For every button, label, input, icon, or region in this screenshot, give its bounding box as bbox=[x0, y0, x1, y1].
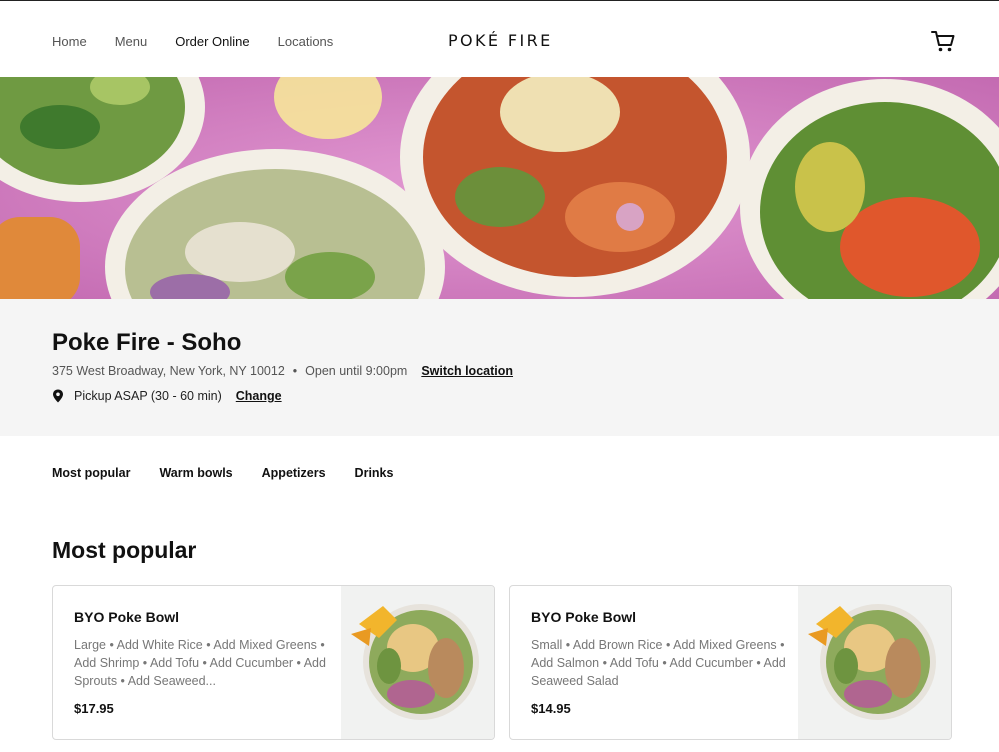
nav-menu[interactable]: Menu bbox=[115, 34, 148, 49]
nav-order-online[interactable]: Order Online bbox=[175, 34, 249, 49]
store-info: Poke Fire - Soho 375 West Broadway, New … bbox=[0, 299, 999, 436]
category-tabs: Most popular Warm bowls Appetizers Drink… bbox=[52, 466, 422, 480]
brand-logo[interactable]: POKÉ FIRE bbox=[448, 31, 553, 50]
menu-item-card[interactable]: BYO Poke Bowl Small • Add Brown Rice • A… bbox=[509, 585, 952, 740]
tab-most-popular[interactable]: Most popular bbox=[52, 466, 130, 480]
item-description: Large • Add White Rice • Add Mixed Green… bbox=[74, 638, 326, 688]
item-description: Small • Add Brown Rice • Add Mixed Green… bbox=[531, 638, 786, 688]
menu-item-card[interactable]: BYO Poke Bowl Large • Add White Rice • A… bbox=[52, 585, 495, 740]
location-pin-icon bbox=[53, 389, 63, 403]
tab-appetizers[interactable]: Appetizers bbox=[262, 466, 326, 480]
item-image bbox=[798, 586, 951, 739]
poke-bowl-image bbox=[351, 604, 479, 720]
item-title: BYO Poke Bowl bbox=[74, 609, 180, 625]
item-image bbox=[341, 586, 494, 739]
switch-location-link[interactable]: Switch location bbox=[421, 364, 513, 378]
tab-warm-bowls[interactable]: Warm bowls bbox=[159, 466, 232, 480]
nav-home[interactable]: Home bbox=[52, 34, 87, 49]
separator-dot: • bbox=[292, 364, 298, 378]
item-title: BYO Poke Bowl bbox=[531, 609, 637, 625]
tab-drinks[interactable]: Drinks bbox=[355, 466, 394, 480]
pickup-row: Pickup ASAP (30 - 60 min) Change bbox=[52, 389, 282, 403]
item-price: $14.95 bbox=[531, 701, 571, 716]
pickup-time: Pickup ASAP (30 - 60 min) bbox=[74, 389, 222, 403]
store-hours: Open until 9:00pm bbox=[305, 364, 408, 378]
main-nav: Home Menu Order Online Locations bbox=[52, 34, 361, 49]
section-title: Most popular bbox=[52, 537, 197, 563]
poke-bowl-image bbox=[808, 604, 936, 720]
nav-locations[interactable]: Locations bbox=[278, 34, 334, 49]
hero-image bbox=[0, 77, 999, 299]
poke-bowls-photo bbox=[0, 77, 999, 299]
shopping-cart-icon[interactable] bbox=[930, 29, 956, 53]
store-address: 375 West Broadway, New York, NY 10012 bbox=[52, 364, 285, 378]
site-header: Home Menu Order Online Locations POKÉ FI… bbox=[0, 1, 999, 77]
store-meta: 375 West Broadway, New York, NY 10012 • … bbox=[52, 364, 513, 378]
change-pickup-link[interactable]: Change bbox=[236, 389, 282, 403]
store-name: Poke Fire - Soho bbox=[52, 329, 242, 356]
item-price: $17.95 bbox=[74, 701, 114, 716]
